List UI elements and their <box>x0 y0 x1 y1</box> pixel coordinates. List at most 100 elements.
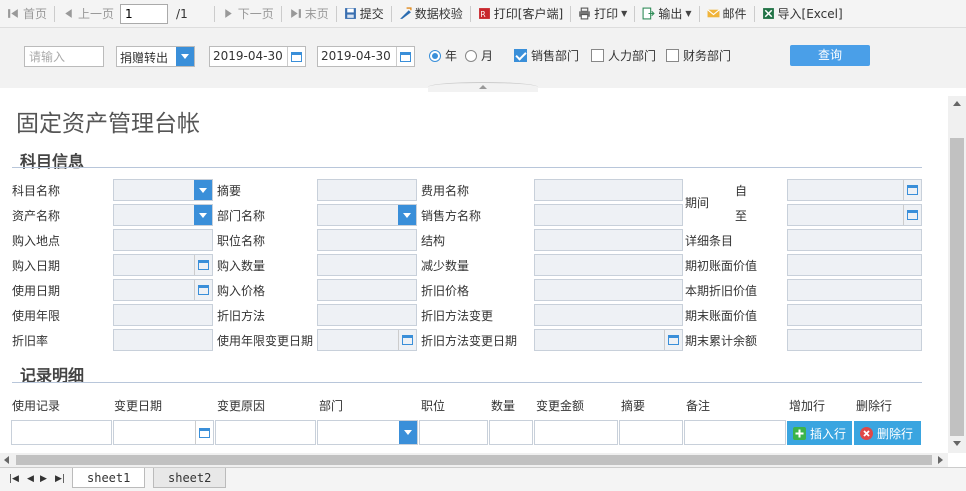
record-usage-input[interactable] <box>11 420 112 445</box>
record-reason-input[interactable] <box>215 420 316 445</box>
label-depreciation-method-change: 折旧方法变更 <box>421 309 494 323</box>
import-excel-button[interactable]: 导入[Excel] <box>759 3 846 25</box>
method-change-date-field[interactable] <box>534 329 683 351</box>
detail-entry-field[interactable] <box>787 229 922 251</box>
submit-button[interactable]: 提交 <box>341 3 387 25</box>
record-qty-input[interactable] <box>489 420 533 445</box>
tab-sheet2[interactable]: sheet2 <box>153 468 227 488</box>
record-summary-input[interactable] <box>619 420 683 445</box>
date-to-field[interactable]: 2019-04-30 <box>317 46 415 67</box>
scroll-up-icon[interactable] <box>953 101 961 106</box>
accumulated-balance-field[interactable] <box>787 329 922 351</box>
prev-sheet-icon[interactable]: ◀ <box>27 474 34 484</box>
horizontal-scroll-thumb[interactable] <box>16 455 932 465</box>
period-to-field[interactable] <box>787 204 922 226</box>
collapse-toggle[interactable] <box>428 82 538 92</box>
last-sheet-icon[interactable]: ▶| <box>55 474 65 484</box>
chevron-down-icon[interactable] <box>398 205 416 225</box>
expense-name-field[interactable] <box>534 179 683 201</box>
print-client-button[interactable]: R 打印[客户端] <box>475 3 566 25</box>
purchase-price-field[interactable] <box>317 279 417 301</box>
depreciation-rate-field[interactable] <box>113 329 213 351</box>
depreciation-method-field[interactable] <box>317 304 417 326</box>
chevron-down-icon[interactable] <box>399 421 417 444</box>
calendar-icon[interactable] <box>194 280 212 300</box>
chevron-down-icon[interactable] <box>194 205 212 225</box>
dept-name-select[interactable] <box>317 204 417 226</box>
first-sheet-icon[interactable]: |◀ <box>9 474 19 484</box>
useful-life-field[interactable] <box>113 304 213 326</box>
calendar-icon[interactable] <box>903 205 921 225</box>
record-position-input[interactable] <box>419 420 488 445</box>
check-finance[interactable]: 财务部门 <box>666 46 731 67</box>
purchase-qty-field[interactable] <box>317 254 417 276</box>
date-from-value: 2019-04-30 <box>213 49 283 63</box>
export-label: 输出 <box>658 7 683 21</box>
use-date-field[interactable] <box>113 279 213 301</box>
calendar-icon[interactable] <box>398 330 416 350</box>
record-amount-input[interactable] <box>534 420 618 445</box>
calendar-icon[interactable] <box>287 47 305 66</box>
decrease-qty-field[interactable] <box>534 254 683 276</box>
print-button[interactable]: 打印 ▼ <box>575 3 630 25</box>
search-button[interactable]: 查询 <box>790 45 870 66</box>
page-number-input[interactable] <box>120 3 169 24</box>
radio-month[interactable]: 月 <box>465 46 493 67</box>
tab-sheet1[interactable]: sheet1 <box>72 468 146 488</box>
record-change-date-input[interactable] <box>113 420 214 445</box>
asset-name-select[interactable] <box>113 204 213 226</box>
calendar-icon[interactable] <box>195 421 213 444</box>
seller-name-field[interactable] <box>534 204 683 226</box>
period-from-field[interactable] <box>787 179 922 201</box>
validate-button[interactable]: 数据校验 <box>396 3 466 25</box>
horizontal-scrollbar[interactable] <box>0 453 948 467</box>
radio-year[interactable]: 年 <box>429 46 457 67</box>
record-dept-select[interactable] <box>317 420 418 445</box>
import-excel-label: 导入[Excel] <box>777 7 843 21</box>
vertical-scrollbar[interactable] <box>948 96 966 453</box>
vertical-scroll-thumb[interactable] <box>950 138 964 436</box>
divider <box>335 5 337 22</box>
life-change-date-field[interactable] <box>317 329 417 351</box>
current-depreciation-field[interactable] <box>787 279 922 301</box>
purchase-date-field[interactable] <box>113 254 213 276</box>
date-from-field[interactable]: 2019-04-30 <box>209 46 306 67</box>
next-sheet-icon[interactable]: ▶ <box>40 474 47 484</box>
scroll-left-icon[interactable] <box>4 456 9 464</box>
prev-page-label: 上一页 <box>78 7 115 21</box>
section-subject-heading: 科目信息 <box>20 152 85 171</box>
check-sales[interactable]: 销售部门 <box>514 46 579 67</box>
insert-row-button[interactable]: 插入行 <box>787 421 852 445</box>
type-select[interactable]: 捐赠转出 <box>116 46 195 67</box>
delete-row-button[interactable]: 删除行 <box>854 421 921 445</box>
position-name-field[interactable] <box>317 229 417 251</box>
calendar-icon[interactable] <box>664 330 682 350</box>
calendar-icon[interactable] <box>396 47 414 66</box>
first-page-button[interactable]: 首页 <box>4 3 50 25</box>
closing-book-value-field[interactable] <box>787 304 922 326</box>
opening-book-value-field[interactable] <box>787 254 922 276</box>
subject-name-select[interactable] <box>113 179 213 201</box>
depreciation-method-change-field[interactable] <box>534 304 683 326</box>
next-page-button[interactable]: 下一页 <box>219 3 277 25</box>
calendar-icon[interactable] <box>903 180 921 200</box>
checkbox-icon <box>591 49 604 62</box>
keyword-input[interactable] <box>24 46 104 67</box>
scroll-right-icon[interactable] <box>938 456 943 464</box>
label-decrease-qty: 减少数量 <box>421 259 470 273</box>
scroll-down-icon[interactable] <box>953 441 961 446</box>
purchase-place-field[interactable] <box>113 229 213 251</box>
calendar-icon[interactable] <box>194 255 212 275</box>
prev-page-button[interactable]: 上一页 <box>59 3 117 25</box>
summary-field[interactable] <box>317 179 417 201</box>
depreciation-price-field[interactable] <box>534 279 683 301</box>
export-button[interactable]: 输出 ▼ <box>639 3 694 25</box>
last-page-button[interactable]: 末页 <box>286 3 332 25</box>
record-note-input[interactable] <box>684 420 786 445</box>
mail-button[interactable]: 邮件 <box>704 3 750 25</box>
label-summary: 摘要 <box>217 184 242 198</box>
structure-field[interactable] <box>534 229 683 251</box>
chevron-down-icon[interactable] <box>194 180 212 200</box>
check-hr[interactable]: 人力部门 <box>591 46 656 67</box>
chevron-down-icon[interactable] <box>176 47 194 66</box>
